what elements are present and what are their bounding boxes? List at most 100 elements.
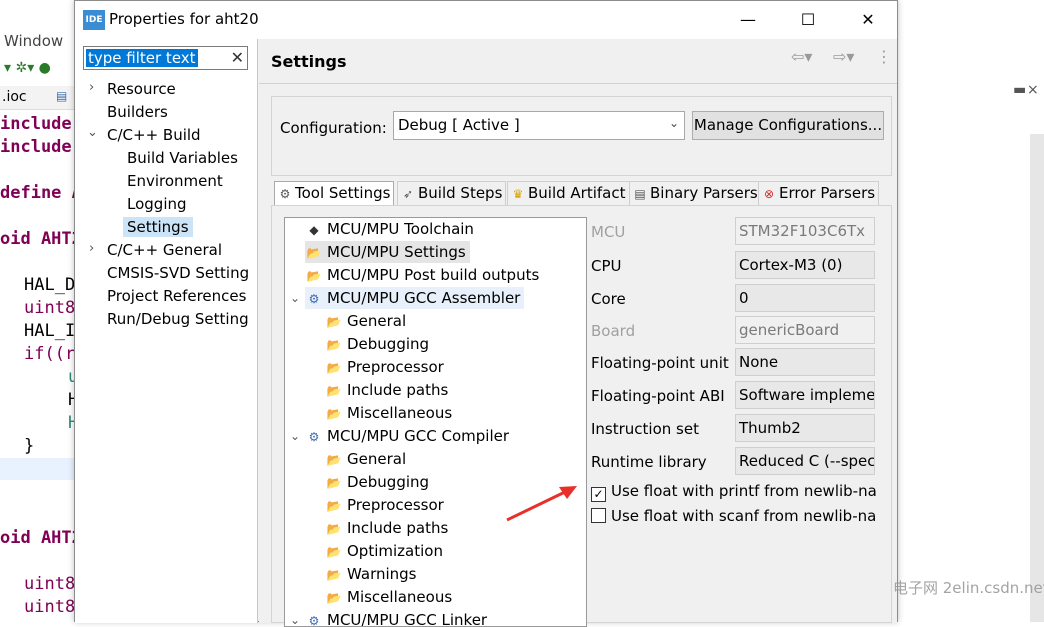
dialog-title: Properties for aht20	[109, 10, 259, 28]
tab-label: Build Artifact	[528, 184, 626, 202]
property-nav-pane: type filter text ✕ › Resource Builders ⌄…	[75, 39, 258, 623]
chevron-down-icon[interactable]: ⌄	[290, 287, 300, 309]
code-line: uint8	[24, 298, 76, 318]
nav-item-build-variables[interactable]: Build Variables	[127, 148, 238, 168]
tab-build-steps[interactable]: ➶ Build Steps	[397, 181, 507, 205]
minimize-button[interactable]: —	[725, 5, 771, 35]
tab-label: Binary Parsers	[650, 184, 758, 202]
chevron-down-icon[interactable]: ⌄	[290, 425, 300, 447]
tree-item-asm-include-paths[interactable]: 📂 Include paths	[325, 379, 449, 401]
tree-item-asm-general[interactable]: 📂 General	[325, 310, 407, 332]
tool-settings-tree[interactable]: ◆ MCU/MPU Toolchain 📂 MCU/MPU Settings 📂 MC…	[284, 217, 587, 627]
folder-icon: 📂	[326, 361, 342, 375]
folder-icon: 📂	[326, 476, 342, 490]
menu-window[interactable]: Window	[4, 32, 63, 50]
tree-item-mcu-settings[interactable]: 📂 MCU/MPU Settings	[305, 241, 470, 263]
tree-item-toolchain[interactable]: ◆ MCU/MPU Toolchain	[305, 218, 474, 240]
filter-input[interactable]: type filter text ✕	[83, 46, 248, 70]
nav-item-resource[interactable]: Resource	[107, 79, 176, 99]
cpu-select[interactable]: Cortex-M3 (0)	[735, 251, 875, 279]
close-button[interactable]: ✕	[845, 5, 891, 35]
back-arrow-icon[interactable]: ⇦▾	[791, 47, 812, 66]
tree-item-cc-include-paths[interactable]: 📂 Include paths	[325, 517, 449, 539]
forward-arrow-icon[interactable]: ⇨▾	[833, 47, 854, 66]
core-select[interactable]: 0	[735, 284, 875, 312]
code-line: oid AHT2	[0, 229, 82, 249]
folder-icon: 📂	[326, 568, 342, 582]
chevron-down-icon[interactable]: ⌄	[290, 609, 300, 626]
editor-tab-ioc[interactable]: .ioc	[2, 89, 27, 105]
header-divider	[259, 83, 897, 84]
chevron-right-icon[interactable]: ›	[89, 80, 94, 95]
nav-item-builders[interactable]: Builders	[107, 102, 168, 122]
arrow-shaft	[506, 489, 568, 522]
tree-item-asm-preprocessor[interactable]: 📂 Preprocessor	[325, 356, 444, 378]
code-line: if((r	[24, 344, 76, 364]
chevron-down-icon: ⌄	[668, 116, 679, 130]
nav-item-c-cpp-build[interactable]: C/C++ Build	[107, 125, 201, 145]
tree-item-asm-debugging[interactable]: 📂 Debugging	[325, 333, 430, 355]
trophy-icon: ♛	[512, 187, 524, 201]
watermark: 电子网 2elin.csdn.net	[893, 579, 1044, 597]
folder-icon: 📂	[326, 338, 342, 352]
mcu-label: MCU	[591, 223, 626, 241]
nav-item-settings[interactable]: Settings	[123, 217, 193, 237]
clear-filter-icon[interactable]: ✕	[231, 48, 244, 67]
nav-item-c-cpp-general[interactable]: C/C++ General	[107, 240, 222, 260]
configuration-select[interactable]: Debug [ Active ] ⌄	[393, 111, 685, 140]
tree-item-cc-optimization[interactable]: 📂 Optimization	[325, 540, 443, 562]
float-abi-label: Floating-point ABI	[591, 387, 725, 405]
runtime-library-select[interactable]: Reduced C (--specs	[735, 447, 875, 475]
configuration-label: Configuration:	[280, 119, 387, 137]
tab-error-parsers[interactable]: ⊗ Error Parsers	[758, 181, 880, 205]
tab-tool-settings[interactable]: ⚙ Tool Settings	[274, 181, 395, 205]
more-icon[interactable]: ⋮	[876, 47, 892, 66]
folder-icon: 📂	[326, 545, 342, 559]
tree-item-linker[interactable]: ⚙ MCU/MPU GCC Linker	[305, 609, 488, 626]
tree-item-cc-miscellaneous[interactable]: 📂 Miscellaneous	[325, 586, 453, 608]
nav-item-run-debug-setting[interactable]: Run/Debug Setting	[107, 309, 249, 329]
scanf-float-checkbox[interactable]: Use float with scanf from newlib-nan	[591, 507, 877, 525]
tree-item-compiler[interactable]: ⚙ MCU/MPU GCC Compiler	[305, 425, 509, 447]
checkbox-label: Use float with printf from newlib-nan	[611, 482, 877, 500]
tree-item-label: Debugging	[347, 473, 430, 491]
view-close-icon[interactable]: ×	[1027, 82, 1039, 98]
c-file-icon: ▤	[56, 89, 68, 103]
tree-item-cc-preprocessor[interactable]: 📂 Preprocessor	[325, 494, 444, 516]
tree-item-assembler[interactable]: ⚙ MCU/MPU GCC Assembler	[305, 287, 525, 309]
tree-item-cc-general[interactable]: 📂 General	[325, 448, 407, 470]
tree-item-cc-warnings[interactable]: 📂 Warnings	[325, 563, 417, 585]
board-label: Board	[591, 322, 636, 340]
tree-item-label: MCU/MPU GCC Compiler	[327, 427, 510, 445]
editor-scrollbar[interactable]	[1030, 134, 1044, 622]
tab-binary-parsers[interactable]: ▤ Binary Parsers	[629, 181, 762, 205]
board-field: genericBoard	[735, 316, 875, 344]
code-line: define A	[0, 183, 82, 203]
tree-item-post-build[interactable]: 📂 MCU/MPU Post build outputs	[305, 264, 540, 286]
view-menu-icon[interactable]: ▬	[1013, 82, 1026, 98]
chevron-right-icon[interactable]: ›	[89, 241, 94, 256]
nav-item-project-references[interactable]: Project References	[107, 286, 246, 306]
nav-item-environment[interactable]: Environment	[127, 171, 223, 191]
manage-configurations-button[interactable]: Manage Configurations...	[692, 111, 884, 140]
checkbox-unchecked-icon[interactable]	[591, 508, 606, 523]
tree-item-label: General	[347, 450, 407, 468]
nav-item-logging[interactable]: Logging	[127, 194, 187, 214]
fpu-select[interactable]: None	[735, 348, 875, 376]
tab-build-artifact[interactable]: ♛ Build Artifact	[507, 181, 630, 205]
tree-item-label: MCU/MPU GCC Assembler	[327, 289, 521, 307]
chevron-down-icon[interactable]: ⌄	[87, 125, 98, 140]
title-bar[interactable]: IDE Properties for aht20 — ☐ ✕	[75, 1, 897, 39]
folder-icon: 📂	[326, 315, 342, 329]
filter-text[interactable]: type filter text	[86, 49, 198, 67]
tree-item-cc-debugging[interactable]: 📂 Debugging	[325, 471, 430, 493]
tree-item-asm-miscellaneous[interactable]: 📂 Miscellaneous	[325, 402, 453, 424]
maximize-button[interactable]: ☐	[785, 5, 831, 35]
printf-float-checkbox[interactable]: ✓ Use float with printf from newlib-nan	[591, 482, 877, 502]
float-abi-select[interactable]: Software implemen	[735, 381, 875, 409]
checkbox-checked-icon[interactable]: ✓	[591, 487, 606, 502]
nav-item-cmsis-svd-setting[interactable]: CMSIS-SVD Setting	[107, 263, 249, 283]
error-icon: ⊗	[763, 187, 775, 201]
folder-icon: 📂	[326, 591, 342, 605]
instruction-set-select[interactable]: Thumb2	[735, 414, 875, 442]
